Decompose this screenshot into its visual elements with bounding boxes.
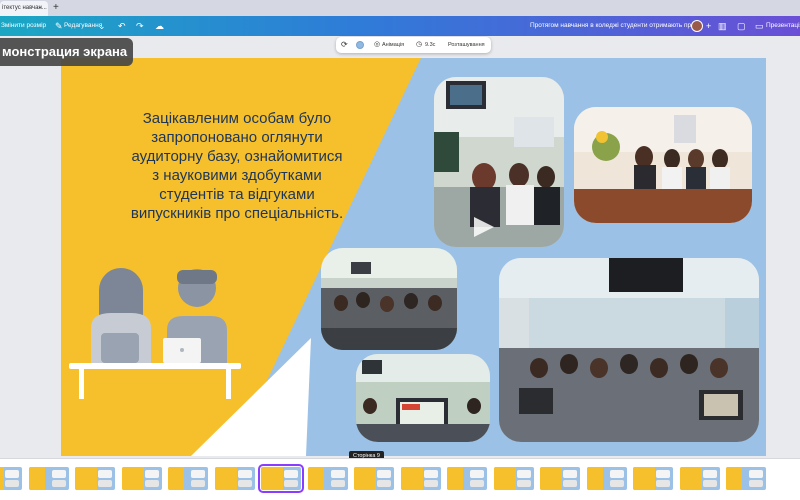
text-line: випускників про спеціальність. [130,205,344,222]
chevron-down-icon[interactable]: ⌄ [98,16,106,36]
tab-close-icon[interactable]: × [38,4,42,13]
slide-thumbnail[interactable] [633,467,673,490]
slide-thumbnail[interactable] [307,467,348,490]
slide-thumbnail[interactable] [679,467,720,490]
timer-icon: ◷ [416,41,423,48]
new-tab-button[interactable]: + [53,2,59,14]
slide-thumbnail[interactable] [214,467,255,490]
text-line: студентів та відгуками [159,186,315,203]
slide-thumbnail[interactable] [28,467,69,490]
comment-icon[interactable]: ▢ [737,16,746,36]
cloud-sync-icon[interactable]: ☁ [155,16,164,36]
text-line: з науковими здобутками [152,167,322,184]
animation-icon: ◎ [374,41,381,48]
edit-pencil-icon: ✎ [55,21,63,31]
slide-thumbnail[interactable] [586,467,627,490]
refresh-icon[interactable]: ⟳ [341,37,348,53]
slide-thumbnail[interactable] [354,467,394,490]
editor-toolbar: Змінити розмір ✎ Редагування ⌄ ↶ ↷ ☁ Про… [0,16,800,36]
browser-tab[interactable]: ітектус навчан... × [0,1,48,16]
text-line: запропоновано оглянути [151,129,323,146]
undo-icon[interactable]: ↶ [118,16,126,36]
chart-icon[interactable]: ▥ [718,16,727,36]
slide-thumbnail[interactable] [493,467,534,490]
auditorium-photo[interactable] [499,258,759,442]
presentation-photo[interactable] [356,354,490,442]
redo-icon[interactable]: ↷ [136,16,144,36]
avatar[interactable] [691,20,703,32]
classroom-photo-1[interactable] [434,77,564,247]
document-title[interactable]: Протягом навчання в коледжі студенти отр… [530,16,700,36]
present-icon[interactable]: ▭ [755,16,764,36]
text-line: Зацікавленим особам було [142,110,332,127]
students-table-photo[interactable] [574,107,752,223]
slide-thumbnail[interactable] [168,467,208,490]
animation-button[interactable]: Анімація [382,37,404,53]
slide-thumbnail[interactable] [400,467,441,490]
slide-thumbnail[interactable] [0,467,22,490]
slide-thumbnail[interactable] [726,467,766,490]
slide-thumbnail[interactable] [75,467,115,490]
screen-share-banner: монстрация экрана [0,38,133,66]
slide-filmstrip [0,458,800,500]
computer-lab-photo[interactable] [321,248,457,350]
browser-tab-bar: ітектус навчан... × + [0,0,800,16]
slide[interactable]: Зацікавленим особам було запропоновано о… [61,58,766,456]
slide-body-text[interactable]: Зацікавленим особам було запропоновано о… [87,109,387,223]
slide-thumbnail[interactable] [258,464,304,493]
text-line: аудиторну базу, ознайомитися [131,148,343,165]
present-button[interactable]: Презентація [766,16,800,36]
resize-button[interactable]: Змінити розмір [1,16,46,36]
slide-thumbnail[interactable] [447,467,487,490]
slide-thumbnail[interactable] [540,467,580,490]
duration-button[interactable]: 9.3с [425,37,435,53]
add-collaborator-button[interactable]: + [706,16,711,36]
color-swatch[interactable] [356,41,364,49]
slide-thumbnail[interactable] [121,467,162,490]
edit-mode-button[interactable]: Редагування [64,16,102,36]
context-toolbar: ⟳ ◎ Анімація ◷ 9.3с Розташування [336,37,491,53]
position-button[interactable]: Розташування [448,37,485,53]
